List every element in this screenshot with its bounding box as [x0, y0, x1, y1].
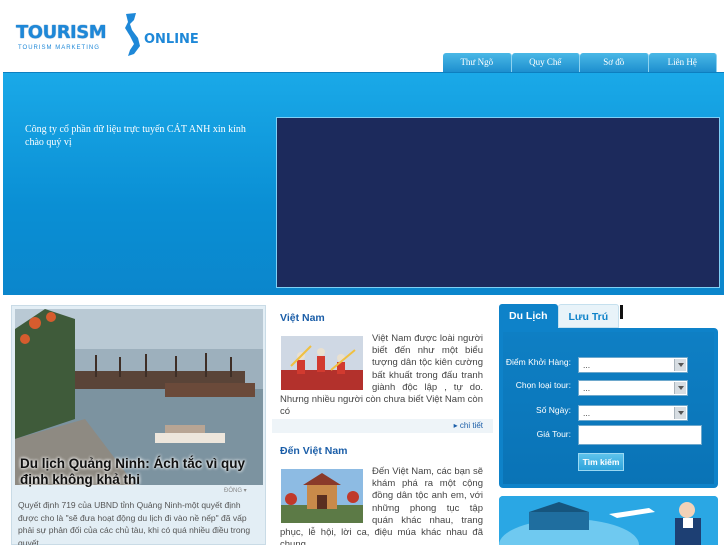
nav-item-thu-ngo[interactable]: Thư Ngõ: [443, 53, 512, 72]
featured-story[interactable]: Du lịch Quảng Ninh: Ách tắc vì quy định …: [11, 305, 266, 545]
nav-item-so-do[interactable]: Sơ đồ: [580, 53, 649, 72]
featured-story-title[interactable]: Du lịch Quảng Ninh: Ách tắc vì quy định …: [20, 456, 250, 488]
article-den-viet-nam: Đến Việt Nam Đến Việt Nam, các bạn sẽ kh…: [272, 438, 493, 545]
close-caption-toggle[interactable]: ĐÓNG ▾: [224, 487, 247, 494]
article-footer: ▸ chi tiết: [272, 419, 493, 433]
banner: Công ty cổ phần dữ liệu trực tuyến CÁT A…: [3, 72, 724, 295]
tab-du-lich[interactable]: Du Lịch: [499, 304, 558, 328]
logo-brand-right: ONLINE: [144, 32, 199, 47]
tour-search-form: Điểm Khởi Hàng: ... Chọn loại tour: ... …: [503, 332, 714, 484]
article-viet-nam: Việt Nam Việt Nam được loài người biết đ…: [272, 305, 493, 433]
article-title[interactable]: Việt Nam: [280, 312, 325, 324]
days-select[interactable]: ...: [578, 405, 688, 421]
featured-story-summary: Quyết định 719 của UBND tỉnh Quảng Ninh-…: [18, 500, 251, 545]
chevron-down-icon[interactable]: [674, 407, 686, 419]
promo-banner[interactable]: [499, 496, 718, 545]
site-logo[interactable]: TOURISM ONLINE TOURISM MARKETING: [16, 12, 206, 62]
article-excerpt: Việt Nam được loài người biết đến như mộ…: [280, 333, 483, 418]
tab-luu-tru[interactable]: Lưu Trú: [557, 304, 620, 328]
days-label: Số Ngày:: [536, 405, 571, 415]
tour-type-value: ...: [583, 383, 591, 393]
search-tabs: Du Lịch Lưu Trú: [499, 304, 624, 328]
article-excerpt: Đến Việt Nam, các bạn sẽ khám phá ra một…: [280, 466, 483, 545]
days-value: ...: [583, 408, 591, 418]
article-title[interactable]: Đến Việt Nam: [280, 445, 348, 457]
read-more-link[interactable]: ▸ chi tiết: [454, 421, 483, 430]
header: TOURISM ONLINE TOURISM MARKETING Thư Ngõ…: [0, 0, 727, 72]
main-content: Du lịch Quảng Ninh: Ách tắc vì quy định …: [0, 295, 727, 545]
price-input[interactable]: [578, 425, 702, 445]
logo-brand-left: TOURISM: [16, 22, 107, 43]
nav-item-quy-che[interactable]: Quy Chế: [511, 53, 580, 72]
departure-value: ...: [583, 360, 591, 370]
departure-label: Điểm Khởi Hàng:: [505, 357, 571, 367]
chevron-down-icon[interactable]: [674, 382, 686, 394]
price-label: Giá Tour:: [536, 429, 571, 439]
top-nav: Thư Ngõ Quy Chế Sơ đồ Liên Hệ: [443, 53, 717, 72]
departure-select[interactable]: ...: [578, 357, 688, 373]
chevron-down-icon[interactable]: [674, 359, 686, 371]
logo-tagline: TOURISM MARKETING: [18, 45, 100, 51]
tour-search-panel: Điểm Khởi Hàng: ... Chọn loại tour: ... …: [499, 328, 718, 488]
tab-divider: [620, 305, 624, 319]
tour-type-select[interactable]: ...: [578, 380, 688, 396]
tour-type-label: Chọn loại tour:: [515, 380, 571, 390]
media-player[interactable]: [276, 117, 720, 288]
search-button[interactable]: Tìm kiếm: [578, 453, 624, 471]
nav-item-lien-he[interactable]: Liên Hệ: [648, 53, 717, 72]
welcome-message: Công ty cổ phần dữ liệu trực tuyến CÁT A…: [25, 124, 246, 148]
